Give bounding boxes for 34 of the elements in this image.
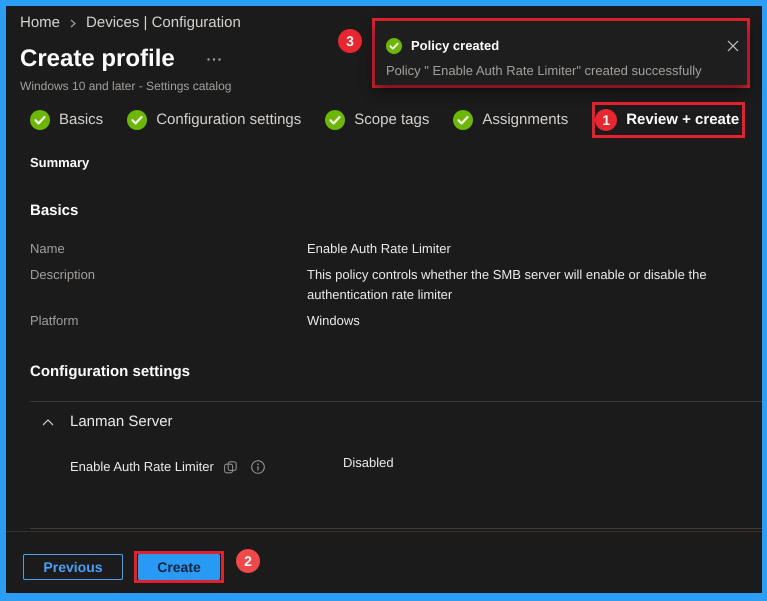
callout-badge: 3: [338, 29, 362, 53]
breadcrumb-link[interactable]: Devices | Configuration: [86, 13, 241, 33]
setting-label: Enable Auth Rate Limiter: [70, 458, 214, 476]
wizard-tab[interactable]: Review + create: [626, 110, 740, 130]
field-label: Name: [30, 240, 65, 258]
toast-message: Policy " Enable Auth Rate Limiter" created successfully: [386, 62, 703, 80]
wizard-tab[interactable]: Scope tags: [325, 110, 430, 130]
wizard-tab[interactable]: Configuration settings: [127, 110, 302, 130]
overlapping-squares-icon: [224, 460, 237, 474]
summary-heading: Summary: [30, 154, 90, 172]
callout-badge: 1: [595, 109, 618, 131]
callout-badge: 2: [236, 549, 260, 573]
setting-value: Disabled: [343, 454, 394, 472]
check-circle-icon: [386, 38, 402, 54]
create-button[interactable]: Create: [138, 554, 220, 580]
more-icon[interactable]: [206, 58, 221, 60]
field-value: Windows: [307, 312, 361, 330]
section-heading: Basics: [30, 201, 78, 221]
page-subtitle: Windows 10 and later - Settings catalog: [20, 78, 232, 94]
close-icon[interactable]: [727, 40, 739, 52]
field-label: Platform: [30, 312, 78, 330]
section-heading: Configuration settings: [30, 362, 190, 382]
wizard-tab[interactable]: Assignments: [453, 110, 568, 130]
wizard-tab[interactable]: Basics: [30, 110, 104, 130]
page-title: Create profile: [20, 44, 175, 74]
group-header[interactable]: Lanman Server: [30, 412, 173, 432]
toast-title: Policy created: [411, 37, 500, 55]
field-value: Enable Auth Rate Limiter: [307, 240, 452, 258]
field-value: This policy controls whether the SMB server will enable or disable the authentication rate limiter: [307, 266, 708, 304]
field-label: Description: [30, 266, 96, 284]
info-icon[interactable]: [250, 460, 265, 474]
breadcrumb-link[interactable]: Home: [20, 13, 60, 33]
previous-button[interactable]: Previous: [23, 554, 123, 580]
chevron-right-icon: [70, 18, 76, 28]
